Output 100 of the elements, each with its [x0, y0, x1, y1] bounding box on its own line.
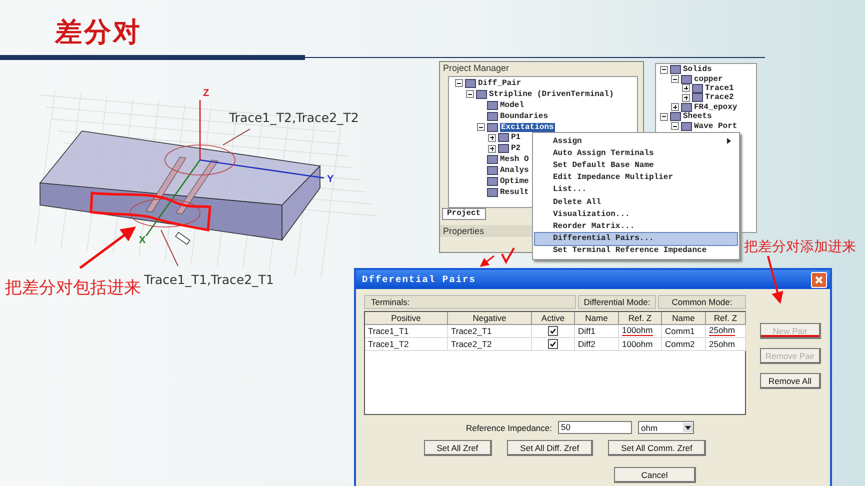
expander-icon[interactable]: [671, 75, 679, 84]
set-zref-button[interactable]: Set All Comm. Zref: [608, 440, 706, 456]
table-cell: Trace1_T2: [365, 338, 448, 351]
menu-item[interactable]: Visualization...: [535, 208, 737, 220]
table-cell: Diff1: [575, 325, 619, 338]
active-checkbox[interactable]: [548, 339, 558, 349]
tree-item[interactable]: P2: [511, 144, 521, 154]
set-zref-button[interactable]: Set All Zref: [424, 440, 492, 456]
column-header: Active: [532, 312, 575, 325]
expander-icon[interactable]: [488, 134, 496, 142]
table-cell: Trace1_T1: [365, 325, 448, 338]
tree-node-icon: [487, 176, 498, 186]
tree-item[interactable]: Mesh O: [500, 155, 529, 164]
port-label: Trace1_T2,Trace2_T2: [229, 110, 359, 125]
menu-item[interactable]: Set Terminal Reference Impedance: [535, 244, 737, 257]
tree-node-icon: [487, 166, 498, 176]
tree-node-icon: [465, 78, 476, 88]
tree-item[interactable]: Analys: [500, 166, 529, 176]
tree-node-icon: [670, 112, 681, 122]
axis-label: Z: [203, 88, 210, 99]
tree-node-icon: [476, 90, 487, 99]
tree-node-icon: [498, 144, 509, 154]
column-header: Negative: [448, 312, 532, 325]
port-label: Trace1_T1,Trace2_T1: [144, 272, 274, 287]
set-zref-button[interactable]: Set All Diff. Zref: [507, 440, 594, 456]
slide-title: 差分对: [55, 16, 142, 50]
group-header: Common Mode:: [658, 295, 746, 309]
tree-node-icon: [681, 74, 692, 84]
column-header: Ref. Z: [706, 312, 746, 325]
tree-item[interactable]: Optime: [500, 176, 529, 186]
tree-item[interactable]: P1: [511, 133, 521, 142]
tree-item[interactable]: copper: [694, 74, 723, 84]
expander-icon[interactable]: [671, 103, 679, 112]
tree-item[interactable]: Wave Port: [694, 122, 738, 131]
annotation-arrow: [480, 255, 494, 267]
menu-item[interactable]: Auto Assign Terminals: [535, 147, 737, 160]
menu-item[interactable]: Differential Pairs...: [535, 232, 737, 245]
tree-item[interactable]: Model: [500, 100, 524, 110]
expander-icon[interactable]: [660, 112, 668, 121]
expander-icon[interactable]: [455, 79, 463, 88]
cell-text: 25ohm: [709, 339, 735, 349]
tree-node-icon: [487, 122, 498, 132]
tree-item[interactable]: FR4_epoxy: [694, 102, 738, 112]
column-header: Ref. Z: [619, 312, 662, 325]
tree-item[interactable]: Sheets: [683, 112, 712, 122]
impedance-field[interactable]: 50: [558, 421, 632, 434]
tree-item[interactable]: Result: [500, 188, 529, 197]
pair-button[interactable]: Remove All: [760, 373, 821, 389]
tree-item[interactable]: Stripline (DrivenTerminal): [489, 90, 614, 99]
tree-item[interactable]: Solids: [683, 65, 712, 74]
axis-label: Y: [327, 174, 334, 185]
tree-node-icon: [487, 155, 498, 164]
expander-icon[interactable]: [671, 122, 679, 130]
axis-label: X: [139, 235, 146, 246]
table-cell: Trace2_T1: [448, 325, 532, 338]
dialog-title: Dfferential Pairs: [362, 274, 476, 285]
annotation-arrow: [79, 226, 136, 269]
tree-node-icon: [487, 188, 498, 197]
field-label: Reference Impedance:: [466, 422, 552, 432]
menu-item[interactable]: List...: [535, 184, 737, 196]
tree-node-icon: [681, 122, 692, 131]
group-header: Terminals:: [364, 295, 576, 309]
active-checkbox[interactable]: [548, 326, 558, 336]
tree-item[interactable]: Boundaries: [500, 112, 548, 121]
annotation-note: 把差分对添加进来: [744, 238, 856, 256]
menu-item[interactable]: Set Default Base Name: [535, 159, 737, 172]
unit-dropdown[interactable]: ohm: [638, 421, 694, 434]
expander-icon[interactable]: [682, 84, 690, 92]
leader-line: [222, 128, 250, 146]
column-header: Positive: [365, 312, 448, 325]
annotation-arrow: [767, 256, 784, 304]
tree-item[interactable]: Trace2: [705, 93, 734, 102]
menu-item[interactable]: Delete All: [535, 196, 737, 208]
column-header: Name: [662, 312, 706, 325]
expander-icon[interactable]: [488, 144, 496, 153]
close-icon[interactable]: [811, 272, 827, 288]
leader-line: [160, 230, 178, 266]
tree-node-icon: [487, 100, 498, 110]
cancel-button[interactable]: Cancel: [614, 467, 696, 483]
project-tab[interactable]: Project: [442, 208, 486, 220]
table-cell: Diff2: [575, 338, 619, 351]
tree-item[interactable]: Trace1: [705, 84, 734, 93]
table-cell: Trace2_T2: [448, 338, 532, 351]
expander-icon[interactable]: [466, 90, 474, 98]
group-header: Differential Mode:: [578, 295, 656, 309]
menu-item[interactable]: Edit Impedance Multiplier: [535, 172, 737, 184]
tree-node-icon: [681, 102, 692, 112]
tree-item[interactable]: Excitations: [500, 122, 555, 132]
table-cell: Comm2: [662, 338, 706, 351]
expander-icon[interactable]: [682, 94, 690, 102]
panel-title: Project Manager: [443, 63, 510, 73]
tree-node-icon: [487, 112, 498, 121]
column-header: Name: [575, 312, 619, 325]
table-cell: Comm1: [662, 325, 706, 338]
expander-icon[interactable]: [477, 123, 485, 131]
menu-item[interactable]: Assign: [535, 135, 737, 148]
tree-item[interactable]: Diff_Pair: [478, 78, 522, 88]
tree-node-icon: [498, 133, 509, 142]
expander-icon[interactable]: [660, 66, 668, 74]
cell-text: 100ohm: [622, 339, 653, 349]
